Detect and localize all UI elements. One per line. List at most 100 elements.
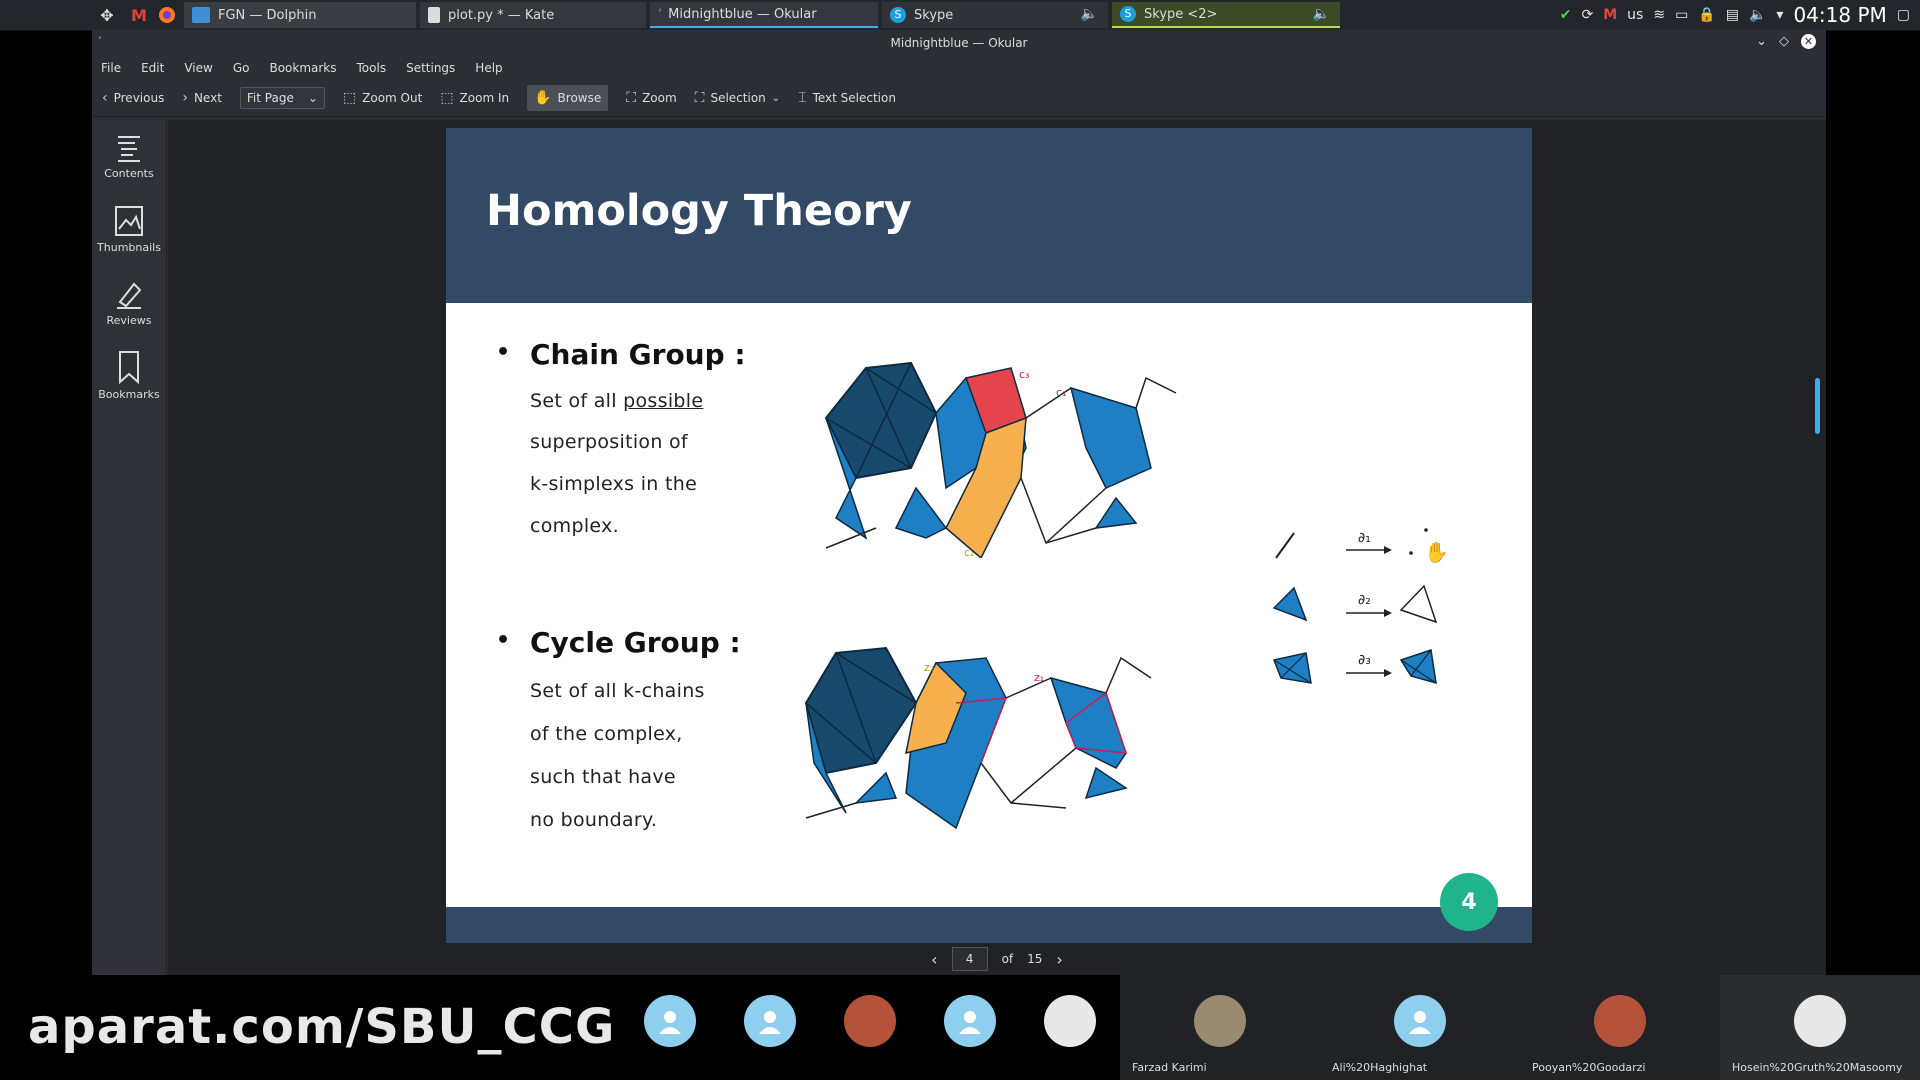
task-kate[interactable]: plot.py * — Kate <box>420 2 646 28</box>
participant-tile[interactable]: Farzad Karimi <box>1120 975 1320 1080</box>
speaker-icon[interactable]: 🔈 <box>1313 6 1330 22</box>
task-okular[interactable]: ʻ Midnightblue — Okular <box>650 2 878 28</box>
avatar[interactable] <box>644 995 696 1047</box>
sidebar: Contents Thumbnails Reviews Bookmarks <box>92 120 167 975</box>
battery-icon[interactable]: ▭ <box>1675 7 1688 23</box>
sync-icon[interactable]: ⟳ <box>1582 7 1594 23</box>
clock[interactable]: 04:18 PM <box>1793 3 1886 27</box>
prev-page-icon[interactable]: ‹ <box>931 950 937 969</box>
sidebar-item-bookmarks[interactable]: Bookmarks <box>92 339 166 412</box>
previous-button[interactable]: ‹ Previous <box>102 90 164 106</box>
boundary-3-label: ∂₃ <box>1358 652 1371 668</box>
avatar <box>1794 995 1846 1047</box>
maximize-icon[interactable]: ◇ <box>1779 34 1789 49</box>
sidebar-item-thumbnails[interactable]: Thumbnails <box>92 193 166 266</box>
avatar[interactable] <box>944 995 996 1047</box>
participant-name: Farzad Karimi <box>1132 1061 1207 1074</box>
chevron-left-icon: ‹ <box>102 90 108 106</box>
menu-view[interactable]: View <box>184 61 212 75</box>
check-icon[interactable]: ✔ <box>1560 7 1572 23</box>
menu-file[interactable]: File <box>101 61 121 75</box>
next-page-icon[interactable]: › <box>1056 950 1062 969</box>
label-z2: z₂ <box>924 661 934 674</box>
participant-name: Ali%20Haghighat <box>1332 1061 1428 1074</box>
chain-group-heading: • Chain Group : <box>496 338 746 371</box>
avatar[interactable] <box>744 995 796 1047</box>
gmail-icon[interactable]: M <box>1603 7 1617 23</box>
wifi-icon[interactable]: ≋ <box>1653 7 1665 23</box>
tray-expand-icon[interactable]: ▾ <box>1776 7 1783 23</box>
task-skype-2[interactable]: S Skype <2> 🔈 <box>1112 2 1340 28</box>
participant-tile[interactable]: Ali%20Haghighat <box>1320 975 1520 1080</box>
speaker-icon[interactable]: 🔈 <box>1081 6 1098 22</box>
launcher-icon[interactable]: ✥ <box>96 4 118 26</box>
chain-line-1: Set of all possible <box>530 390 704 412</box>
minimize-icon[interactable]: ⌄ <box>1756 34 1767 49</box>
next-button[interactable]: › Next <box>182 90 222 106</box>
gmail-icon[interactable]: M <box>128 4 150 26</box>
slide-page: Homology Theory • Chain Group : Set of a… <box>446 128 1532 943</box>
avatar <box>1594 995 1646 1047</box>
task-dolphin[interactable]: FGN — Dolphin <box>184 2 416 28</box>
selection-button[interactable]: ⛶ Selection ⌄ <box>695 90 781 106</box>
page-number-input[interactable]: 4 <box>951 947 988 971</box>
zoom-out-button[interactable]: ⬚ Zoom Out <box>343 90 422 106</box>
menu-bookmarks[interactable]: Bookmarks <box>269 61 336 75</box>
close-icon[interactable]: ✕ <box>1801 34 1816 49</box>
avatar[interactable] <box>844 995 896 1047</box>
slide-title: Homology Theory <box>486 186 912 236</box>
user-icon <box>759 1011 781 1034</box>
text-selection-button[interactable]: ⌶ Text Selection <box>798 90 896 106</box>
menu-help[interactable]: Help <box>475 61 502 75</box>
page-navigator: ‹ 4 of 15 › <box>168 943 1826 975</box>
participant-tile[interactable]: Hosein%20Gruth%20Masoomy <box>1720 975 1920 1080</box>
sidebar-item-reviews[interactable]: Reviews <box>92 266 166 339</box>
participant-tile[interactable]: Pooyan%20Goodarzi <box>1520 975 1720 1080</box>
cycle-line-3: such that have <box>530 766 676 788</box>
task-skype[interactable]: S Skype 🔈 <box>882 2 1108 28</box>
firefox-icon[interactable] <box>156 4 178 26</box>
skype-icon: S <box>890 7 906 23</box>
okular-icon: ʻ <box>658 6 663 22</box>
taskbar: ✥ M FGN — Dolphin plot.py * — Kate ʻ Mid… <box>0 0 1920 31</box>
chain-line-2: superposition of <box>530 431 688 453</box>
show-desktop-icon[interactable]: ▢ <box>1897 7 1910 23</box>
lock-icon[interactable]: 🔒 <box>1698 7 1715 23</box>
cycle-group-heading: • Cycle Group : <box>496 626 741 659</box>
volume-icon[interactable]: 🔈 <box>1749 7 1766 23</box>
vertical-scrollbar[interactable] <box>1815 378 1820 434</box>
user-icon <box>959 1011 981 1034</box>
sidebar-item-contents[interactable]: Contents <box>92 120 166 193</box>
hand-icon: ✋ <box>534 90 552 106</box>
contents-icon <box>118 136 140 162</box>
boundary-1-label: ∂₁ <box>1358 530 1371 546</box>
zoom-mode-select[interactable]: Fit Page ⌄ <box>239 87 325 109</box>
cycle-complex-diagram: z₂ z₁ <box>804 646 1152 830</box>
document-icon <box>428 7 440 23</box>
zoom-button[interactable]: ⛶ Zoom <box>626 90 676 106</box>
chain-line-4: complex. <box>530 515 619 537</box>
system-tray: ✔ ⟳ M us ≋ ▭ 🔒 ▤ 🔈 ▾ 04:18 PM ▢ <box>1560 0 1920 30</box>
label-c1: c₁ <box>1056 386 1066 399</box>
keyboard-layout[interactable]: us <box>1627 7 1643 23</box>
clipboard-icon[interactable]: ▤ <box>1726 7 1739 23</box>
zoom-in-button[interactable]: ⬚ Zoom In <box>440 90 509 106</box>
menu-edit[interactable]: Edit <box>141 61 164 75</box>
label-z1: z₁ <box>1034 671 1044 684</box>
zoom-in-icon: ⬚ <box>440 90 454 106</box>
avatar[interactable] <box>1044 995 1096 1047</box>
total-pages: 15 <box>1027 952 1043 966</box>
reviews-icon <box>117 282 142 309</box>
menu-go[interactable]: Go <box>233 61 250 75</box>
bullet-icon: • <box>496 628 511 653</box>
browse-button[interactable]: ✋ Browse <box>527 85 609 111</box>
label-c3: c₃ <box>1019 368 1029 381</box>
menu-settings[interactable]: Settings <box>406 61 455 75</box>
chain-complex-diagram: c₃ c₁ c₂ <box>824 361 1177 558</box>
menu-tools[interactable]: Tools <box>357 61 387 75</box>
chevron-down-icon: ⌄ <box>307 91 318 105</box>
document-viewport[interactable]: Homology Theory • Chain Group : Set of a… <box>168 120 1826 975</box>
menu-bar: File Edit View Go Bookmarks Tools Settin… <box>92 56 1826 80</box>
zoom-icon: ⛶ <box>626 90 637 106</box>
window-title: Midnightblue — Okular <box>890 36 1028 50</box>
